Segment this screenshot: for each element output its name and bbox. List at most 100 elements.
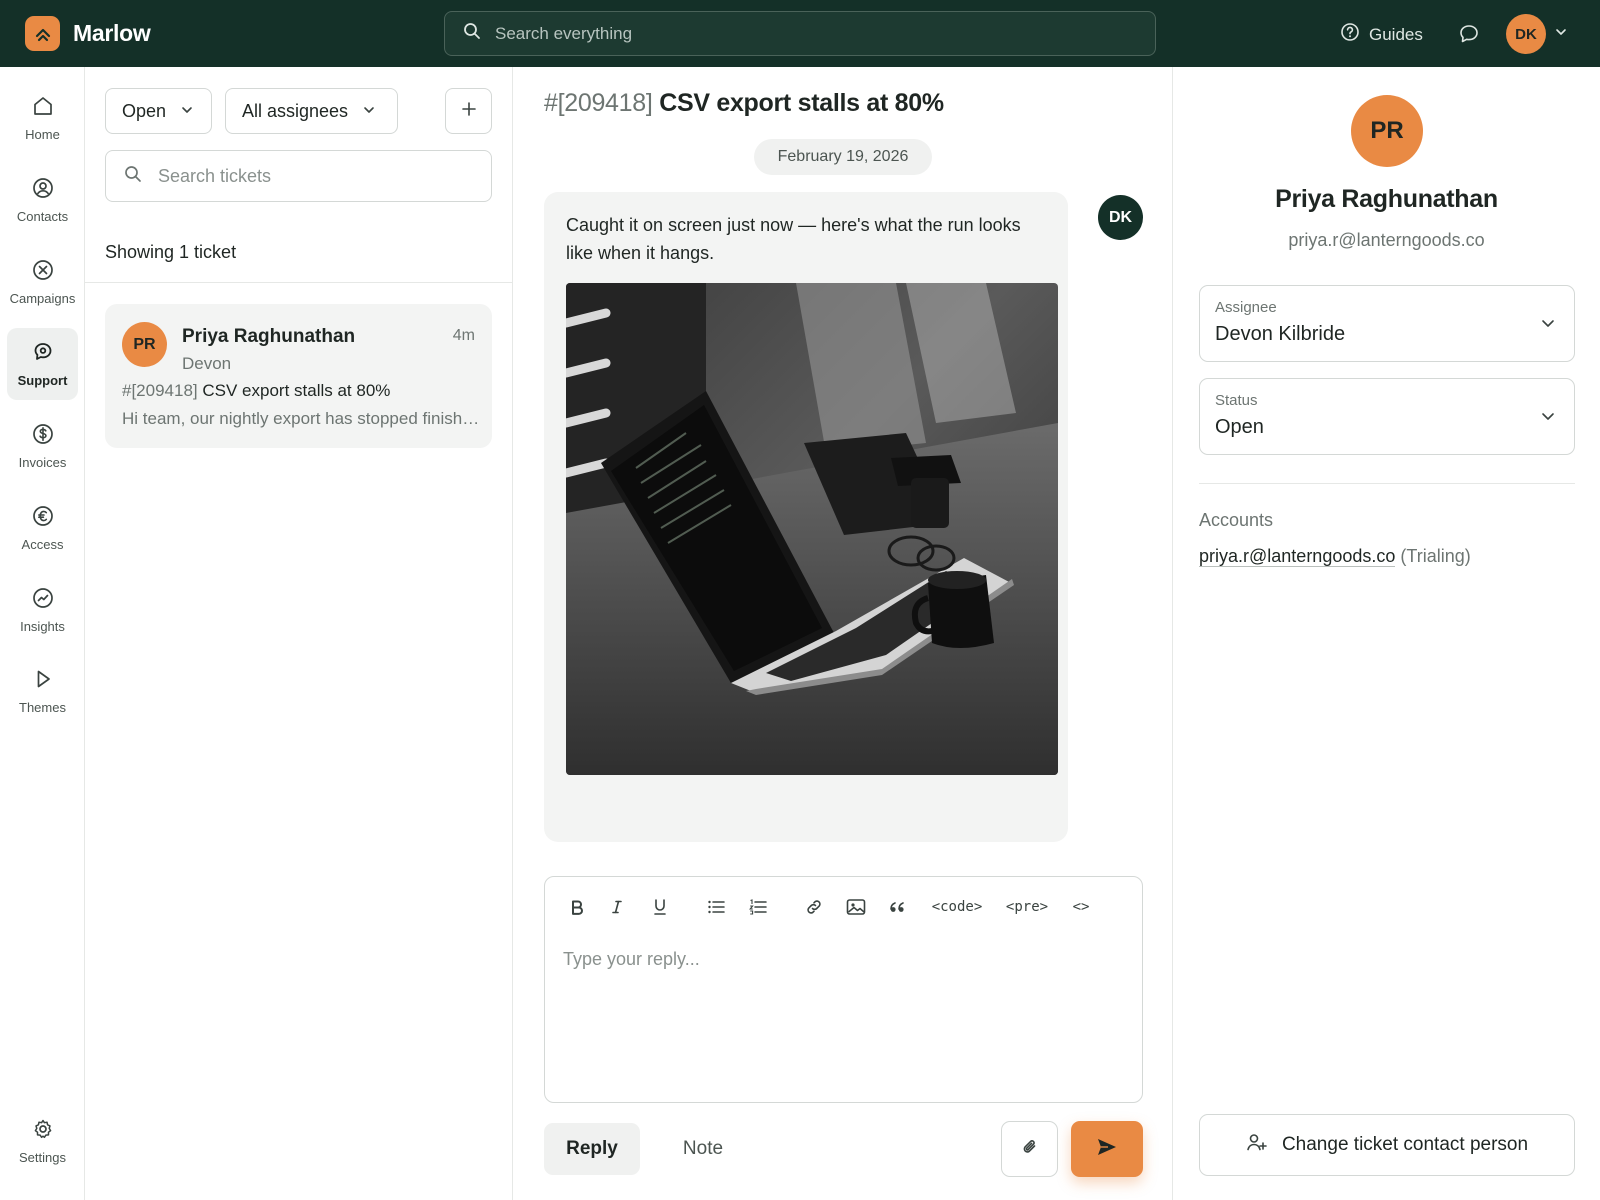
numbered-list-icon[interactable] <box>737 892 779 922</box>
contact-name: Priya Raghunathan <box>1275 185 1498 213</box>
ticket-card[interactable]: PR Priya Raghunathan 4m Devon #[209418] … <box>105 304 492 448</box>
code-button[interactable]: <code> <box>919 892 995 922</box>
user-plus-icon <box>1246 1132 1268 1158</box>
nav-item-support[interactable]: Support <box>7 328 78 400</box>
tab-reply[interactable]: Reply <box>544 1123 640 1175</box>
nav-label: Contacts <box>16 209 69 224</box>
send-button[interactable] <box>1071 1121 1143 1177</box>
top-bar: Marlow Guides DK <box>0 0 1600 67</box>
assignee-filter-label: All assignees <box>242 100 349 121</box>
paperclip-icon <box>1020 1137 1040 1162</box>
avatar: DK <box>1506 14 1546 54</box>
chevron-down-icon <box>1540 408 1556 429</box>
toolbar-spacer <box>681 892 695 922</box>
global-search[interactable] <box>444 11 1156 56</box>
assignee-value: Devon Kilbride <box>1215 323 1346 345</box>
ticket-subject-text: CSV export stalls at 80% <box>659 89 944 117</box>
assignee-select[interactable]: Assignee Devon Kilbride <box>1199 285 1575 362</box>
nav-label: Insights <box>20 619 65 634</box>
guides-link[interactable]: Guides <box>1340 22 1423 47</box>
divider <box>85 282 513 283</box>
nav-item-invoices[interactable]: Invoices <box>7 410 78 482</box>
status-select[interactable]: Status Open <box>1199 378 1575 455</box>
account-item: priya.r@lanterngoods.co (Trialing) <box>1199 546 1471 567</box>
contact-panel: PR Priya Raghunathan priya.r@lanterngood… <box>1173 67 1600 1200</box>
assignee-label: Assignee <box>1215 299 1277 316</box>
search-icon <box>124 165 142 188</box>
chevron-down-icon <box>180 101 194 122</box>
bold-icon[interactable] <box>559 892 595 922</box>
ticket-preview: Hi team, our nightly export has stopped … <box>122 409 480 428</box>
message-attachment-image[interactable] <box>566 283 1058 775</box>
user-menu[interactable]: DK <box>1506 14 1568 54</box>
link-icon[interactable] <box>793 892 835 922</box>
reply-input[interactable] <box>563 949 1123 1089</box>
ticket-time: 4m <box>452 327 475 344</box>
source-button[interactable]: <> <box>1059 892 1103 922</box>
plus-icon <box>460 100 478 123</box>
tab-note[interactable]: Note <box>663 1123 743 1175</box>
change-contact-button[interactable]: Change ticket contact person <box>1199 1114 1575 1176</box>
ticket-search[interactable] <box>105 150 492 202</box>
search-icon <box>463 22 481 45</box>
messages-button[interactable] <box>1458 23 1480 50</box>
euro-circle-icon <box>31 504 55 531</box>
chevron-down-icon <box>1554 25 1568 44</box>
nav-item-access[interactable]: Access <box>7 492 78 564</box>
italic-icon[interactable] <box>595 892 639 922</box>
trend-circle-icon <box>31 586 55 613</box>
toolbar-spacer <box>779 892 793 922</box>
nav-label: Access <box>21 537 64 552</box>
pre-button[interactable]: <pre> <box>995 892 1059 922</box>
new-ticket-button[interactable] <box>445 88 492 134</box>
quote-icon[interactable] <box>877 892 919 922</box>
underline-icon[interactable] <box>639 892 681 922</box>
ticket-search-input[interactable] <box>158 165 478 187</box>
nav-item-settings[interactable]: Settings <box>7 1105 78 1177</box>
guides-label: Guides <box>1369 24 1423 44</box>
global-search-input[interactable] <box>495 23 1095 44</box>
ticket-thread-panel: #[209418] CSV export stalls at 80% Febru… <box>513 67 1173 1200</box>
app-name: Marlow <box>73 20 151 46</box>
status-filter-dropdown[interactable]: Open <box>105 88 212 134</box>
ticket-count: Showing 1 ticket <box>105 242 237 262</box>
ticket-contact-name: Priya Raghunathan <box>182 326 356 347</box>
chevron-down-icon <box>362 101 376 122</box>
logo-icon <box>25 16 60 51</box>
nav-item-themes[interactable]: Themes <box>7 655 78 727</box>
avatar: DK <box>1098 195 1143 240</box>
assignee-filter-dropdown[interactable]: All assignees <box>225 88 398 134</box>
attach-button[interactable] <box>1001 1121 1058 1177</box>
formatting-toolbar: <code> <pre> <> <box>559 892 1103 922</box>
message-bubble: Caught it on screen just now — here's wh… <box>544 192 1068 842</box>
ticket-subject-text: CSV export stalls at 80% <box>202 381 391 400</box>
account-status: (Trialing) <box>1400 546 1471 566</box>
nav-label: Home <box>25 127 60 142</box>
nav-label: Campaigns <box>9 291 76 306</box>
bullet-list-icon[interactable] <box>695 892 737 922</box>
message-text: Caught it on screen just now — here's wh… <box>566 215 1021 263</box>
ticket-number: #[209418] <box>122 381 198 400</box>
nav-label: Themes <box>19 700 66 715</box>
send-icon <box>1096 1137 1118 1162</box>
play-icon <box>31 667 55 694</box>
nav-label: Support <box>17 373 68 388</box>
status-label: Status <box>1215 392 1258 409</box>
account-email-link[interactable]: priya.r@lanterngoods.co <box>1199 546 1396 567</box>
chat-bubble-icon <box>1458 25 1480 49</box>
nav-label: Settings <box>19 1150 66 1165</box>
nav-item-campaigns[interactable]: Campaigns <box>7 246 78 318</box>
nav-item-home[interactable]: Home <box>7 82 78 154</box>
x-circle-icon <box>31 258 55 285</box>
avatar: PR <box>122 322 167 367</box>
nav-item-insights[interactable]: Insights <box>7 574 78 646</box>
help-circle-icon <box>1340 22 1360 47</box>
gear-icon <box>31 1117 55 1144</box>
chevron-down-icon <box>1540 315 1556 336</box>
brand[interactable]: Marlow <box>25 16 151 51</box>
nav-item-contacts[interactable]: Contacts <box>7 164 78 236</box>
accounts-heading: Accounts <box>1199 510 1274 530</box>
left-nav: Home Contacts Campaigns Support Invoices… <box>0 67 85 1200</box>
image-icon[interactable] <box>835 892 877 922</box>
page-title: #[209418] CSV export stalls at 80% <box>544 89 944 118</box>
